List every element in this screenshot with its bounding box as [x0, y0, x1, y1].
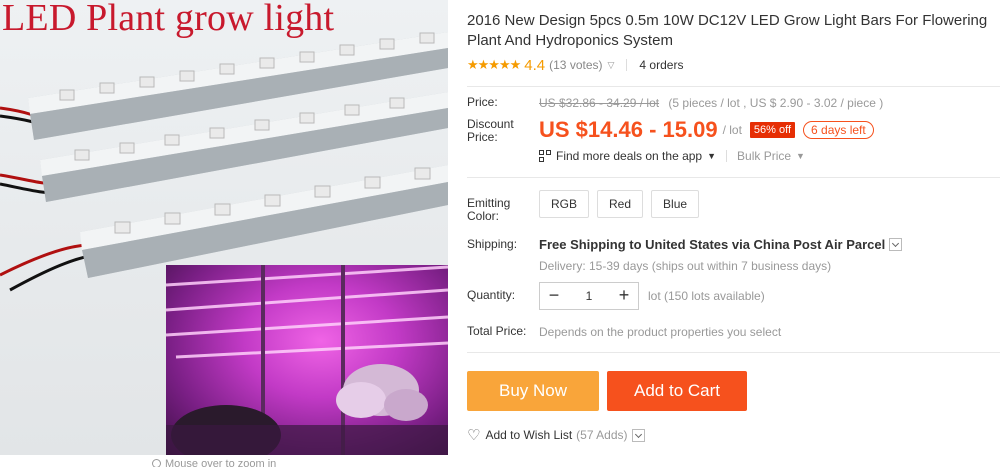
product-main-image[interactable]: LED Plant grow light — [0, 0, 448, 455]
quantity-increase-button[interactable]: + — [610, 283, 638, 309]
buy-now-button[interactable]: Buy Now — [467, 371, 599, 411]
chevron-down-icon[interactable] — [889, 238, 903, 251]
heart-icon[interactable]: ♡ — [467, 426, 480, 444]
chevron-down-icon[interactable]: ▼ — [796, 151, 805, 161]
emitting-color-label: Emitting Color: — [467, 197, 510, 223]
divider — [467, 177, 1000, 178]
price-unit: / lot — [722, 123, 742, 137]
quantity-decrease-button[interactable]: − — [540, 283, 568, 309]
add-to-wish-list-link[interactable]: Add to Wish List — [485, 428, 572, 442]
add-to-cart-button[interactable]: Add to Cart — [607, 371, 747, 411]
total-price-text: Depends on the product properties you se… — [539, 325, 782, 339]
color-option-red[interactable]: Red — [597, 190, 644, 218]
quantity-available: lot (150 lots available) — [648, 289, 765, 303]
magnifier-icon — [152, 459, 161, 467]
delivery-estimate: Delivery: 15-39 days (ships out within 7… — [539, 259, 832, 273]
grow-light-inset-photo — [166, 265, 448, 455]
chevron-down-icon[interactable]: ▽ — [608, 60, 615, 71]
zoom-hint: Mouse over to zoom in — [152, 458, 276, 467]
order-count: 4 orders — [639, 58, 684, 72]
discount-label-line2: Price: — [467, 130, 498, 144]
deals-row: Find more deals on the app ▼ Bulk Price … — [539, 149, 805, 163]
divider — [626, 59, 628, 71]
grow-light-scene — [166, 265, 448, 455]
discount-price-value: US $14.46 - 15.09 — [539, 117, 718, 142]
rating-score: 4.4 — [524, 56, 546, 74]
quantity-stepper: − 1 + — [539, 282, 639, 310]
shipping-selector[interactable]: Free Shipping to United States via China… — [539, 237, 903, 252]
shipping-label: Shipping: — [467, 237, 518, 251]
rating-votes[interactable]: (13 votes) — [549, 58, 602, 72]
product-gallery: LED Plant grow light Mouse over to zoom … — [0, 0, 448, 467]
emitting-label-line2: Color: — [467, 209, 500, 223]
app-deals-link[interactable]: Find more deals on the app — [556, 149, 702, 163]
shipping-text[interactable]: Free Shipping to United States via China… — [539, 237, 885, 252]
rating-row: ★★★★★ 4.4 (13 votes) ▽ 4 orders — [467, 55, 683, 75]
divider — [467, 352, 1000, 353]
color-option-rgb[interactable]: RGB — [539, 190, 590, 218]
price-label: Price: — [467, 95, 498, 109]
emitting-color-options: RGB Red Blue — [539, 190, 700, 218]
chevron-down-icon[interactable]: ▼ — [707, 151, 716, 161]
original-price: US $32.86 - 34.29 / lot (5 pieces / lot … — [539, 96, 883, 110]
quantity-input[interactable]: 1 — [568, 289, 610, 303]
divider — [467, 86, 1000, 87]
quantity-label: Quantity: — [467, 288, 516, 302]
time-left-badge: 6 days left — [803, 121, 874, 139]
original-price-value: US $32.86 - 34.29 / lot — [539, 96, 660, 110]
wish-list-row[interactable]: ♡ Add to Wish List (57 Adds) — [467, 426, 645, 444]
product-title: 2016 New Design 5pcs 0.5m 10W DC12V LED … — [467, 12, 988, 49]
bulk-price-link[interactable]: Bulk Price — [737, 149, 791, 163]
color-option-blue[interactable]: Blue — [651, 190, 700, 218]
discount-badge: 56% off — [749, 122, 796, 138]
zoom-hint-text: Mouse over to zoom in — [165, 458, 277, 467]
star-rating[interactable]: ★★★★★ — [467, 57, 521, 73]
promo-title: LED Plant grow light — [2, 0, 335, 39]
divider — [726, 150, 728, 162]
chevron-down-icon[interactable] — [631, 428, 645, 442]
discount-price: US $14.46 - 15.09 / lot 56% off 6 days l… — [539, 117, 874, 143]
total-price-label: Total Price: — [467, 324, 527, 338]
qr-code-icon — [539, 150, 551, 162]
price-detail: (5 pieces / lot , US $ 2.90 - 3.02 / pie… — [668, 96, 884, 110]
discount-price-label: Discount Price: — [467, 118, 514, 144]
wish-count: (57 Adds) — [576, 428, 628, 442]
